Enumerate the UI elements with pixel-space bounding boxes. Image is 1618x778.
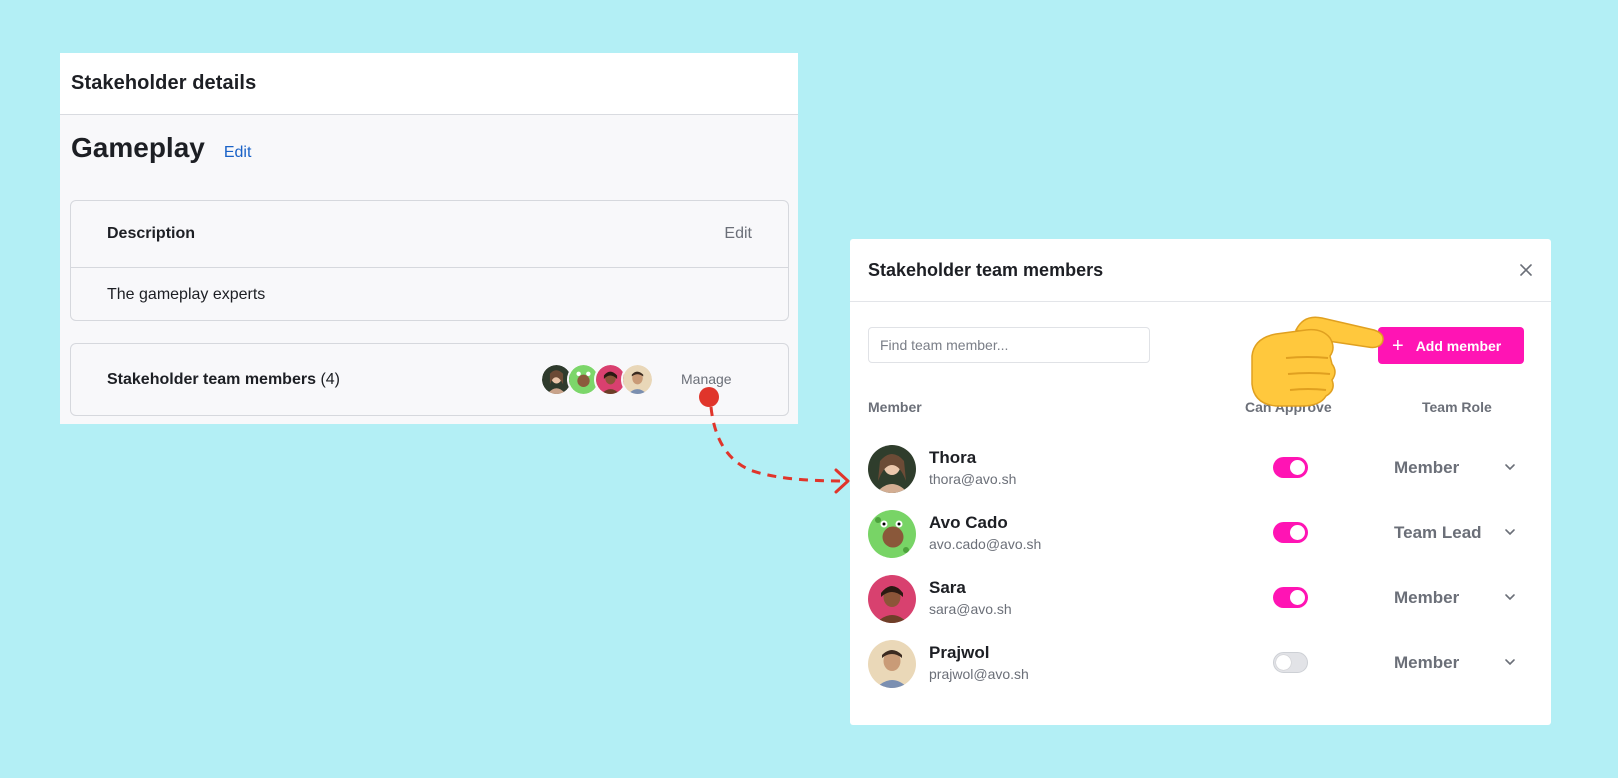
member-email: thora@avo.sh xyxy=(929,471,1017,487)
can-approve-toggle[interactable] xyxy=(1273,652,1308,673)
team-role-select[interactable]: Member xyxy=(1394,653,1459,673)
member-row: Sara sara@avo.sh Member xyxy=(868,575,1528,625)
team-role-select[interactable]: Member xyxy=(1394,588,1459,608)
can-approve-toggle[interactable] xyxy=(1273,522,1308,543)
description-header: Description Edit xyxy=(71,201,788,268)
member-row: Prajwol prajwol@avo.sh Member xyxy=(868,640,1528,690)
edit-group-link[interactable]: Edit xyxy=(224,144,252,162)
toggle-knob xyxy=(1276,655,1291,670)
member-name: Avo Cado xyxy=(929,513,1008,532)
member-email: avo.cado@avo.sh xyxy=(929,536,1042,552)
modal-header: Stakeholder team members xyxy=(850,239,1551,302)
avatar xyxy=(868,510,916,558)
team-members-label-text: Stakeholder team members xyxy=(107,370,316,388)
avatar-stack xyxy=(540,363,654,396)
plus-icon: + xyxy=(1392,334,1404,357)
stakeholder-details-panel: Stakeholder details Gameplay Edit Descri… xyxy=(60,53,798,424)
column-team-role: Team Role xyxy=(1422,399,1492,415)
panel-header: Stakeholder details xyxy=(60,53,798,115)
close-icon[interactable] xyxy=(1517,261,1535,279)
team-role-select[interactable]: Team Lead xyxy=(1394,523,1482,543)
member-row: Thora thora@avo.sh Member xyxy=(868,445,1528,495)
member-name: Prajwol xyxy=(929,643,990,662)
team-members-modal: Stakeholder team members + Add member Me… xyxy=(850,239,1551,725)
description-text: The gameplay experts xyxy=(107,285,266,303)
member-email: sara@avo.sh xyxy=(929,601,1012,617)
avatar xyxy=(868,640,916,688)
pointing-hand-icon xyxy=(1251,316,1384,407)
group-name: Gameplay xyxy=(71,132,205,163)
toggle-knob xyxy=(1290,590,1305,605)
chevron-down-icon[interactable] xyxy=(1504,463,1516,471)
chevron-down-icon[interactable] xyxy=(1504,528,1516,536)
column-member: Member xyxy=(868,399,922,415)
can-approve-toggle[interactable] xyxy=(1273,587,1308,608)
chevron-down-icon[interactable] xyxy=(1504,658,1516,666)
team-members-label: Stakeholder team members (4) xyxy=(107,371,340,389)
member-name: Sara xyxy=(929,578,966,597)
team-role-select[interactable]: Member xyxy=(1394,458,1459,478)
avatar xyxy=(868,575,916,623)
member-row: Avo Cado avo.cado@avo.sh Team Lead xyxy=(868,510,1528,560)
group-title-row: Gameplay Edit xyxy=(60,115,798,200)
panel-title: Stakeholder details xyxy=(71,72,257,94)
team-members-card: Stakeholder team members (4) Manage xyxy=(70,343,789,416)
modal-title: Stakeholder team members xyxy=(868,259,1104,280)
toggle-knob xyxy=(1290,460,1305,475)
edit-description-button[interactable]: Edit xyxy=(724,225,752,243)
can-approve-toggle[interactable] xyxy=(1273,457,1308,478)
avatar xyxy=(868,445,916,493)
description-label: Description xyxy=(107,225,196,242)
member-name: Thora xyxy=(929,448,977,467)
chevron-down-icon[interactable] xyxy=(1504,593,1516,601)
add-member-label: Add member xyxy=(1415,337,1502,354)
team-members-count: (4) xyxy=(320,370,340,388)
description-card: Description Edit The gameplay experts xyxy=(70,200,789,321)
search-input[interactable] xyxy=(868,327,1150,363)
member-email: prajwol@avo.sh xyxy=(929,666,1029,682)
avatar xyxy=(621,363,654,396)
toggle-knob xyxy=(1290,525,1305,540)
add-member-button[interactable]: + Add member xyxy=(1378,327,1524,364)
manage-members-button[interactable]: Manage xyxy=(681,371,732,387)
